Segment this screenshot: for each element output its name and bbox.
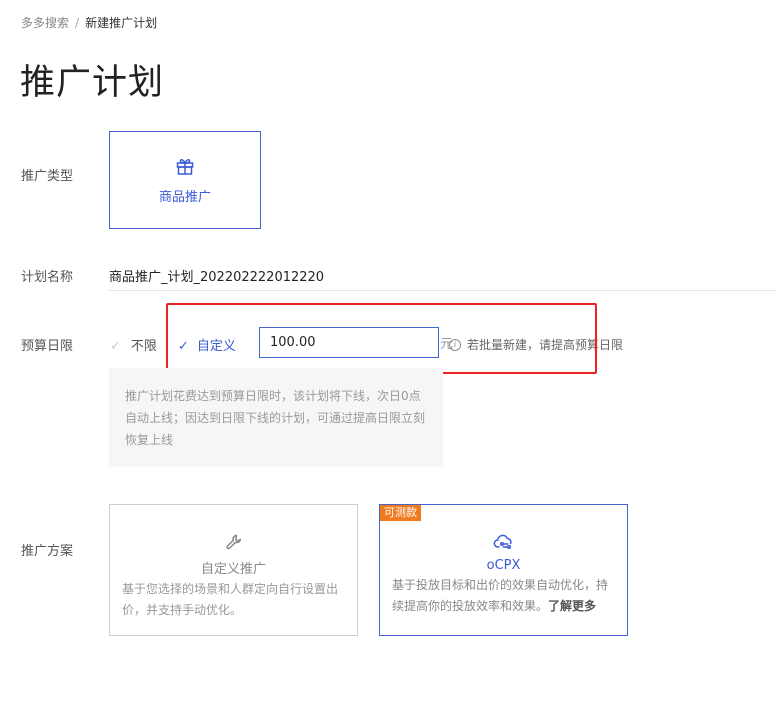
- plan-name-value[interactable]: 商品推广_计划_202202222012220: [109, 266, 324, 285]
- scheme-card-custom[interactable]: 自定义推广 基于您选择的场景和人群定向自行设置出 价，并支持手动优化。: [109, 504, 358, 636]
- scheme-card-ocpx-desc: 基于投放目标和出价的效果自动优化，持: [392, 578, 609, 592]
- promo-type-card-label: 商品推广: [158, 189, 211, 205]
- budget-option-unlimited[interactable]: ✓ 不限: [110, 335, 157, 354]
- budget-option-unlimited-label: 不限: [130, 339, 157, 354]
- wrench-icon: [225, 534, 243, 555]
- check-icon: ✓: [110, 339, 121, 354]
- page-title: 推广计划: [20, 63, 165, 103]
- budget-note-line: 自动上线；因达到日限下线的计划，可通过提高日限立刻: [125, 411, 426, 425]
- cloud-link-icon: [493, 534, 515, 555]
- breadcrumb-parent[interactable]: 多多搜索: [21, 16, 69, 30]
- breadcrumb-current: 新建推广计划: [85, 16, 158, 30]
- gift-icon: [175, 156, 195, 180]
- budget-label: 预算日限: [21, 339, 74, 354]
- scheme-card-ocpx-badge: 可测款: [380, 505, 421, 521]
- page: 多多搜索 / 新建推广计划 推广计划 推广类型 商品推广 计划名称 商品推广_计划_…: [0, 0, 776, 703]
- promo-type-label: 推广类型: [21, 169, 74, 184]
- plan-name-label: 计划名称: [21, 270, 74, 285]
- scheme-label: 推广方案: [21, 544, 74, 559]
- scheme-card-ocpx[interactable]: 可测款 oCPX 基于投放目标和出价的效果自动优化，持 续提高你的投放效率和效果…: [379, 504, 628, 636]
- plan-name-underline: [109, 290, 776, 291]
- scheme-card-custom-title: 自定义推广: [200, 562, 266, 577]
- scheme-card-custom-desc: 基于您选择的场景和人群定向自行设置出: [122, 582, 339, 596]
- budget-note-line: 推广计划花费达到预算日限时，该计划将下线，次日0点: [125, 389, 421, 403]
- breadcrumb: 多多搜索 / 新建推广计划: [21, 14, 157, 31]
- scheme-card-ocpx-title: oCPX: [486, 558, 521, 573]
- budget-note: 推广计划花费达到预算日限时，该计划将下线，次日0点 自动上线；因达到日限下线的计…: [109, 368, 443, 467]
- scheme-card-custom-desc: 价，并支持手动优化。: [122, 603, 243, 617]
- breadcrumb-separator: /: [75, 16, 80, 30]
- scheme-card-ocpx-desc: 续提高你的投放效率和效果。: [392, 599, 549, 613]
- promo-type-card-product[interactable]: 商品推广: [109, 131, 261, 229]
- learn-more-link[interactable]: 了解更多: [548, 599, 596, 613]
- budget-note-line: 恢复上线: [125, 433, 174, 447]
- highlight-box: [166, 303, 597, 374]
